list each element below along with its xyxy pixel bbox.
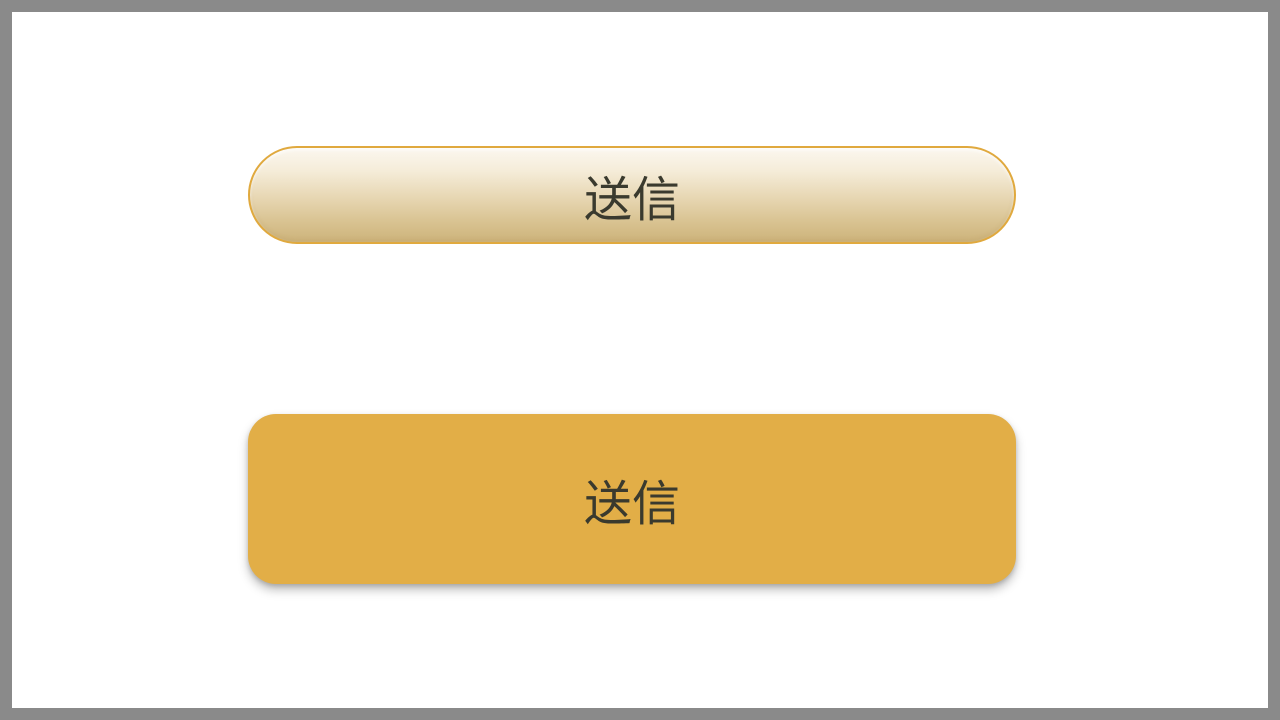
submit-button-flat-label: 送信 bbox=[584, 464, 680, 534]
canvas: 送信 送信 bbox=[12, 12, 1268, 708]
submit-button-flat[interactable]: 送信 bbox=[248, 414, 1016, 584]
submit-button-pill-label: 送信 bbox=[584, 160, 680, 230]
submit-button-pill[interactable]: 送信 bbox=[248, 146, 1016, 244]
